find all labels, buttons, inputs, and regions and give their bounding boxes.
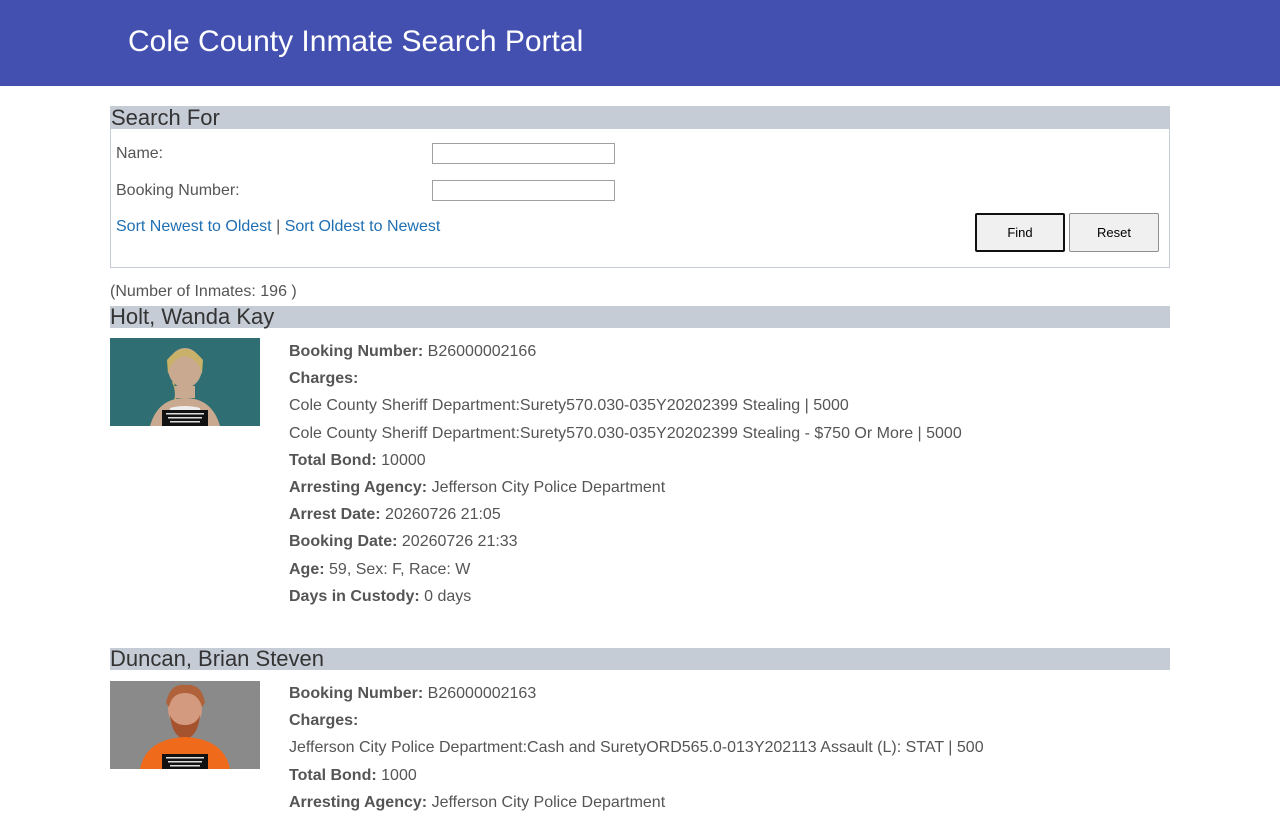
inmate-photo[interactable] — [110, 681, 260, 769]
booking-number-label: Booking Number: — [116, 182, 240, 199]
charges-label-row: Charges: — [289, 712, 359, 730]
arresting-agency-row: Arresting Agency: Jefferson City Police … — [289, 478, 666, 496]
page-title: Cole County Inmate Search Portal — [128, 25, 584, 58]
inmate-record: Holt, Wanda Kay Booking Number: B2600000… — [110, 306, 1170, 626]
sort-newest-link[interactable]: Sort Newest to Oldest — [116, 218, 272, 235]
age-sex-race-row: Age: 59, Sex: F, Race: W — [289, 560, 471, 578]
arrest-date-value: 20260726 21:05 — [385, 506, 501, 524]
name-label: Name: — [116, 145, 164, 162]
inmate-record: Duncan, Brian Steven Booking Number: B26… — [110, 648, 1170, 811]
inmate-count: (Number of Inmates: 196 ) — [110, 283, 297, 300]
charges-label-row: Charges: — [289, 370, 359, 388]
reset-button[interactable]: Reset — [1069, 213, 1159, 252]
charge-item: Cole County Sheriff Department:Surety570… — [289, 397, 849, 415]
days-in-custody-row: Days in Custody: 0 days — [289, 587, 472, 605]
booking-number-value: B26000002166 — [427, 343, 537, 360]
find-button[interactable]: Find — [975, 213, 1065, 252]
name-input[interactable] — [432, 143, 615, 164]
total-bond-value: 10000 — [381, 451, 426, 469]
arresting-agency-row: Arresting Agency: Jefferson City Police … — [289, 793, 666, 811]
booking-date-row: Booking Date: 20260726 21:33 — [289, 533, 518, 551]
arresting-agency-value: Jefferson City Police Department — [431, 793, 666, 811]
sort-separator: | — [276, 218, 281, 235]
booking-number-value: B26000002163 — [427, 685, 537, 702]
inmate-name[interactable]: Holt, Wanda Kay — [110, 306, 1170, 328]
site-header: Cole County Inmate Search Portal — [0, 0, 1280, 86]
charge-item: Jefferson City Police Department:Cash an… — [289, 739, 984, 757]
inmate-photo[interactable] — [110, 338, 260, 426]
days-in-custody-value: 0 days — [424, 587, 472, 605]
inmate-details: Booking Number: B26000002166 Charges: Co… — [289, 342, 962, 614]
booking-number-input[interactable] — [432, 180, 615, 201]
inmate-name[interactable]: Duncan, Brian Steven — [110, 648, 1170, 670]
search-panel: Search For Name: Booking Number: Sort Ne… — [110, 106, 1170, 268]
arrest-date-row: Arrest Date: 20260726 21:05 — [289, 506, 501, 524]
arresting-agency-value: Jefferson City Police Department — [431, 478, 666, 496]
booking-number-row: Booking Number: B26000002163 — [289, 685, 537, 702]
sort-links: Sort Newest to Oldest | Sort Oldest to N… — [116, 217, 440, 237]
total-bond-row: Total Bond: 10000 — [289, 451, 426, 469]
total-bond-row: Total Bond: 1000 — [289, 766, 417, 784]
booking-date-value: 20260726 21:33 — [401, 533, 518, 551]
sort-oldest-link[interactable]: Sort Oldest to Newest — [285, 218, 441, 235]
total-bond-value: 1000 — [381, 766, 417, 784]
search-section-title: Search For — [111, 107, 1169, 129]
booking-number-row: Booking Number: B26000002166 — [289, 343, 537, 360]
age-sex-race-value: 59, Sex: F, Race: W — [329, 560, 471, 578]
charge-item: Cole County Sheriff Department:Surety570… — [289, 424, 962, 442]
